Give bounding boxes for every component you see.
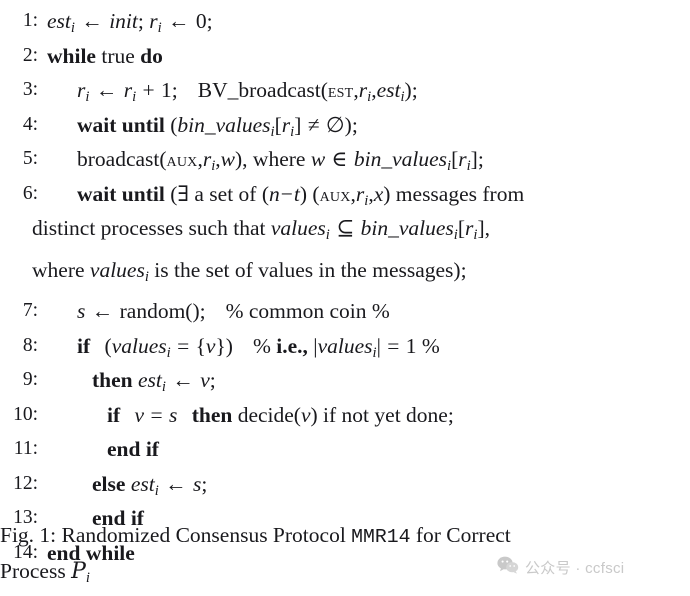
line-number: 2: [0, 39, 38, 74]
code-line: 1 esti ← init; ri ← 0;: [0, 4, 690, 39]
line-number: 12: [0, 467, 38, 502]
caption-text-post: for Correct: [415, 523, 511, 547]
line-number: 7: [0, 294, 38, 329]
line-number: 6: [0, 177, 38, 212]
code-line: 5 broadcast(aux,ri,w), where w ∈ bin_val…: [0, 142, 690, 177]
line-number: 5: [0, 142, 38, 177]
line-content: end if: [107, 437, 159, 462]
code-line: 11 end if: [0, 432, 690, 467]
line-number: 11: [0, 432, 38, 467]
line-number: 10: [0, 398, 38, 433]
line-content: s ← random();% common coin %: [77, 299, 390, 324]
caption-label: Fig. 1:: [0, 523, 57, 547]
code-line: 3 ri ← ri + 1;BV_broadcast(est,ri,esti);: [0, 73, 690, 108]
code-line: 9 then esti ← v;: [0, 363, 690, 398]
line-number: 1: [0, 4, 38, 39]
caption-process-symbol: P: [71, 559, 86, 584]
pseudocode-block: 1 esti ← init; ri ← 0; 2 while true do 3…: [0, 4, 690, 570]
caption-text-pre: Randomized Consensus Protocol: [61, 523, 346, 547]
caption-process-subscript: i: [85, 570, 90, 587]
code-line: 7 s ← random();% common coin %: [0, 294, 690, 329]
line-number: 4: [0, 108, 38, 143]
line-content: if v = s then decide(v) if not yet done;: [107, 402, 454, 427]
watermark-text: 公众号 · ccfsci: [525, 559, 625, 577]
code-line-continuation: where valuesi is the set of values in th…: [32, 257, 467, 285]
caption-process-word: Process: [0, 559, 66, 583]
code-line: 8 if (valuesi = {v})% i.e., |valuesi| = …: [0, 329, 690, 364]
caption-protocol-name: MMR14: [351, 526, 411, 548]
code-line-continuation: distinct processes such that valuesi ⊆ b…: [32, 216, 490, 244]
code-line: 2 while true do: [0, 39, 690, 74]
line-number: 9: [0, 363, 38, 398]
wechat-icon: [497, 556, 519, 578]
code-line: 4 wait until (bin_valuesi[ri] ≠ ∅);: [0, 108, 690, 143]
line-number: 3: [0, 73, 38, 108]
watermark: 公众号 · ccfsci: [497, 556, 624, 578]
code-line: 10 if v = s then decide(v) if not yet do…: [0, 398, 690, 433]
code-line: 6 wait until (∃ a set of (n−t) (aux,ri,x…: [0, 177, 690, 212]
line-content: while true do: [47, 43, 163, 68]
code-line: 12 else esti ← s;: [0, 467, 690, 502]
algorithm-figure: 1 esti ← init; ri ← 0; 2 while true do 3…: [0, 0, 690, 596]
caption-line-1: Fig. 1: Randomized Consensus Protocol MM…: [0, 518, 690, 554]
line-number: 8: [0, 329, 38, 364]
